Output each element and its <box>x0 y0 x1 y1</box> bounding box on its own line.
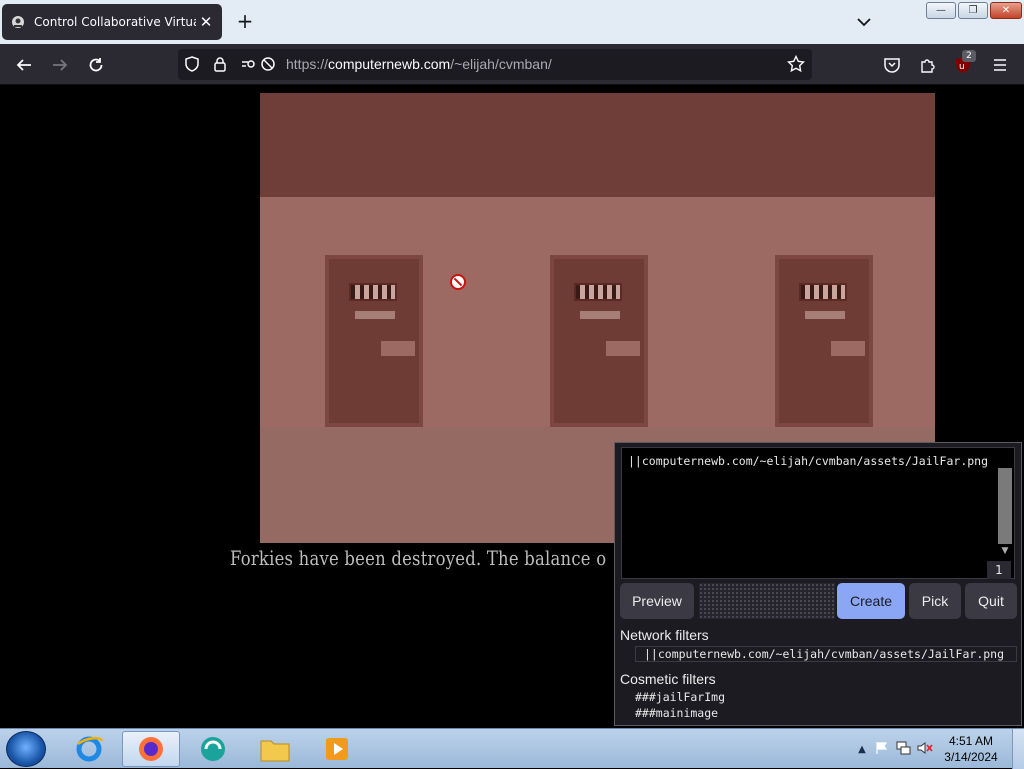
start-button-windows-icon[interactable] <box>6 731 46 767</box>
navigation-toolbar: https://computernewb.com/~elijah/cvmban/… <box>0 44 1024 85</box>
file-explorer-folder-icon[interactable] <box>246 731 304 767</box>
scene-ceiling <box>260 93 935 197</box>
network-filters-heading: Network filters <box>620 627 709 643</box>
filter-textarea[interactable]: ||computernewb.com/~elijah/cvmban/assets… <box>621 447 1015 579</box>
extension-badge-count: 2 <box>962 50 976 62</box>
system-clock[interactable]: 4:51 AM 3/14/2024 <box>936 733 1006 765</box>
cosmetic-filter-item[interactable]: ###mainimage <box>635 706 718 720</box>
depth-slider[interactable] <box>699 583 835 619</box>
list-all-tabs-chevron-icon[interactable] <box>854 12 874 32</box>
address-bar[interactable]: https://computernewb.com/~elijah/cvmban/ <box>178 49 812 80</box>
create-button[interactable]: Create <box>837 583 905 619</box>
jail-door-middle <box>550 255 648 427</box>
site-favicon-icon <box>10 14 26 30</box>
forward-arrow-icon[interactable] <box>48 53 72 77</box>
url-host: computernewb.com <box>328 56 451 72</box>
jail-door-left <box>325 255 423 427</box>
jail-door-right <box>775 255 873 427</box>
extensions-puzzle-icon[interactable] <box>916 53 940 77</box>
back-arrow-icon[interactable] <box>12 53 36 77</box>
network-icon[interactable] <box>892 740 914 759</box>
tracking-protection-shield-icon[interactable] <box>180 52 204 76</box>
action-center-flag-icon[interactable] <box>870 740 892 759</box>
autoplay-blocked-icon[interactable] <box>256 52 280 76</box>
network-filter-item[interactable]: ||computernewb.com/~elijah/cvmban/assets… <box>635 646 1017 662</box>
active-tab[interactable]: Control Collaborative Virtual M ✕ <box>2 4 222 40</box>
lock-icon[interactable] <box>208 52 232 76</box>
minimize-button[interactable]: — <box>926 2 956 19</box>
firefox-taskbar-icon[interactable] <box>122 731 180 767</box>
reload-icon[interactable] <box>84 53 108 77</box>
quit-button[interactable]: Quit <box>965 583 1017 619</box>
clock-date: 3/14/2024 <box>944 750 998 764</box>
game-caption: Forkies have been destroyed. The balance… <box>230 546 607 570</box>
preview-button[interactable]: Preview <box>620 583 694 619</box>
hamburger-menu-icon[interactable] <box>988 53 1012 77</box>
new-tab-button[interactable]: + <box>234 10 256 32</box>
svg-text:u: u <box>959 62 965 72</box>
not-allowed-cursor-icon <box>450 274 466 290</box>
show-desktop-button[interactable] <box>1012 729 1024 769</box>
filter-textarea-value: ||computernewb.com/~elijah/cvmban/assets… <box>628 454 989 468</box>
element-picker-panel: ||computernewb.com/~elijah/cvmban/assets… <box>614 442 1022 726</box>
pick-button[interactable]: Pick <box>909 583 961 619</box>
cosmetic-filters-heading: Cosmetic filters <box>620 671 716 687</box>
tab-close-icon[interactable]: ✕ <box>196 13 216 31</box>
volume-muted-icon[interactable] <box>914 740 936 759</box>
cosmetic-filter-item[interactable]: ###jailFarImg <box>635 690 725 704</box>
url-text[interactable]: https://computernewb.com/~elijah/cvmban/ <box>286 56 552 72</box>
tab-strip: Control Collaborative Virtual M ✕ + — ❐ … <box>0 0 1024 44</box>
app-taskbar-icon[interactable] <box>184 731 242 767</box>
internet-explorer-icon[interactable] <box>60 731 118 767</box>
url-scheme: https:// <box>286 56 329 72</box>
scroll-down-arrow-icon[interactable]: ▼ <box>998 546 1012 558</box>
close-window-button[interactable]: ✕ <box>990 2 1022 19</box>
restore-button[interactable]: ❐ <box>958 2 988 19</box>
pocket-icon[interactable] <box>880 53 904 77</box>
taskbar: ▲ 4:51 AM 3/14/2024 <box>0 728 1024 769</box>
page-content: Forkies have been destroyed. The balance… <box>0 86 1024 728</box>
bookmark-star-icon[interactable] <box>784 52 808 76</box>
show-hidden-icons-chevron-icon[interactable]: ▲ <box>854 744 870 755</box>
textarea-scrollbar[interactable] <box>998 468 1012 544</box>
tab-title: Control Collaborative Virtual M <box>34 15 196 29</box>
url-path: /~elijah/cvmban/ <box>450 56 552 72</box>
media-player-icon[interactable] <box>308 731 366 767</box>
match-count: 1 <box>987 561 1011 579</box>
clock-time: 4:51 AM <box>948 734 994 748</box>
